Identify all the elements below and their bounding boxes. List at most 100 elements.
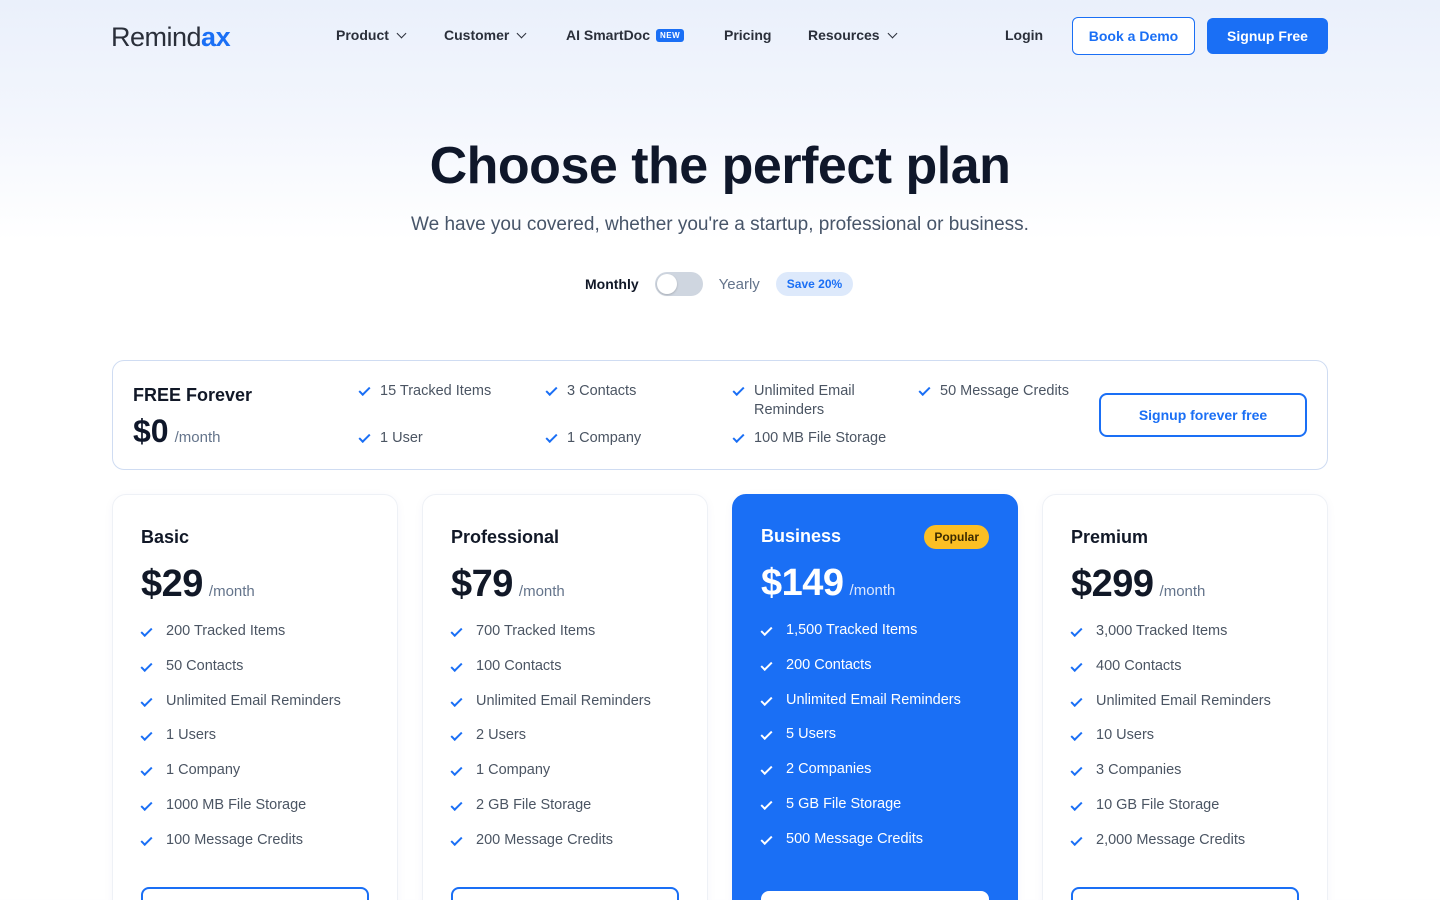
check-icon [760,832,773,845]
nav-item-pricing[interactable]: Pricing [724,27,771,43]
feature-text: 2,000 Message Credits [1096,831,1246,848]
free-feature: 15 Tracked Items [358,382,520,401]
check-icon [450,798,463,811]
signup-forever-free-button[interactable]: Signup forever free [1099,393,1307,437]
plan-card-professional: Professional $79 /month 700 Tracked Item… [422,494,708,900]
signup-free-button[interactable]: Signup Free [1207,18,1328,54]
feature-text: 1,500 Tracked Items [786,622,918,638]
feature-item: 100 Contacts [450,657,651,693]
feature-text: 10 GB File Storage [1096,796,1220,813]
feature-text: 50 Message Credits [940,383,1069,399]
feature-item: 1 Company [140,762,341,797]
feature-text: Unlimited Email Reminders [476,692,651,709]
nav-item-label: AI SmartDoc [566,27,651,43]
price-period: /month [518,583,565,600]
check-icon [1070,659,1083,672]
feature-item: 100 Message Credits [140,831,341,867]
price-amount: $0 [133,413,169,449]
feature-item: 10 Users [1070,727,1271,762]
feature-item: 3 Companies [1070,762,1271,797]
plan-name: Professional [451,527,560,547]
free-feature: Unlimited Email Reminders [732,382,894,420]
price-period: /month [208,583,255,600]
check-icon [450,833,463,846]
logo[interactable]: Remindax [111,22,231,53]
plan-name: Business [761,526,842,546]
feature-item: 50 Contacts [140,657,341,693]
page-subtitle: We have you covered, whether you're a st… [411,214,1029,235]
plan-cta-button[interactable] [141,887,369,900]
feature-text: 5 GB File Storage [786,795,902,812]
feature-item: 2,000 Message Credits [1070,831,1271,867]
check-icon [1070,833,1083,846]
plan-cta-button[interactable] [451,887,679,900]
feature-text: 2 Users [476,727,526,744]
billing-monthly-label[interactable]: Monthly [585,276,639,292]
feature-item: 200 Contacts [760,656,961,692]
feature-item: 5 GB File Storage [760,795,961,831]
feature-item: 1,500 Tracked Items [760,622,961,657]
feature-text: Unlimited Email Reminders [1096,692,1271,709]
check-icon [450,764,463,777]
check-icon [140,764,153,777]
feature-item: Unlimited Email Reminders [760,692,961,727]
check-icon [918,383,931,397]
logo-text-accent: ax [201,22,231,52]
feature-text: 100 Contacts [476,657,562,674]
plan-cta-button[interactable] [761,891,989,900]
feature-item: 400 Contacts [1070,657,1271,693]
free-feature: 1 User [358,429,520,448]
new-badge: NEW [656,28,685,42]
price-amount: $149 [761,562,844,604]
plan-name: Basic [141,527,190,547]
plan-card-basic: Basic $29 /month 200 Tracked Items 50 Co… [112,494,398,900]
feature-text: Unlimited Email Reminders [754,383,855,418]
plan-cta-button[interactable] [1071,887,1299,900]
check-icon [760,658,773,671]
feature-item: Unlimited Email Reminders [1070,692,1271,728]
nav-item-resources[interactable]: Resources [808,27,898,43]
nav-item-ai-smartdoc[interactable]: AI SmartDoc NEW [566,27,685,43]
feature-text: 1 Users [166,727,216,744]
book-demo-button[interactable]: Book a Demo [1072,17,1195,55]
feature-text: 200 Message Credits [476,831,614,848]
feature-text: 15 Tracked Items [380,383,492,399]
feature-text: 200 Contacts [786,656,872,673]
popular-badge: Popular [924,525,989,549]
feature-text: 400 Contacts [1096,657,1182,674]
billing-toggle-switch[interactable] [654,272,703,296]
check-icon [358,430,371,444]
feature-item: 2 Companies [760,761,961,796]
price-period: /month [1159,583,1206,600]
feature-text: 2 GB File Storage [476,796,592,813]
plan-name: Premium [1071,527,1149,547]
feature-text: 50 Contacts [166,657,244,674]
feature-text: 1 User [380,430,423,446]
check-icon [1070,798,1083,811]
check-icon [1070,729,1083,742]
feature-list: 3,000 Tracked Items 400 Contacts Unlimit… [1070,623,1271,867]
price-amount: $79 [451,563,513,605]
feature-item: 5 Users [760,726,961,761]
nav-item-customer[interactable]: Customer [444,27,527,43]
login-link[interactable]: Login [1005,27,1043,43]
check-icon [140,729,153,742]
feature-text: 1 Company [476,762,551,779]
billing-toggle-row: Monthly Yearly Save 20% [585,271,854,297]
check-icon [760,763,773,776]
feature-list: 1,500 Tracked Items 200 Contacts Unlimit… [760,622,961,866]
feature-item: 1 Users [140,727,341,762]
billing-yearly-label[interactable]: Yearly [719,276,760,293]
feature-item: 1 Company [450,762,651,797]
check-icon [140,659,153,672]
check-icon [732,430,745,444]
chevron-down-icon [516,28,527,38]
plan-card-business: Business Popular $149 /month 1,500 Track… [732,494,1018,900]
check-icon [140,694,153,707]
nav-item-label: Product [336,27,389,43]
feature-item: 2 Users [450,727,651,762]
logo-text-main: Remind [111,22,202,52]
nav-item-product[interactable]: Product [336,27,407,43]
feature-text: 100 Message Credits [166,831,304,848]
price-amount: $299 [1071,563,1154,605]
